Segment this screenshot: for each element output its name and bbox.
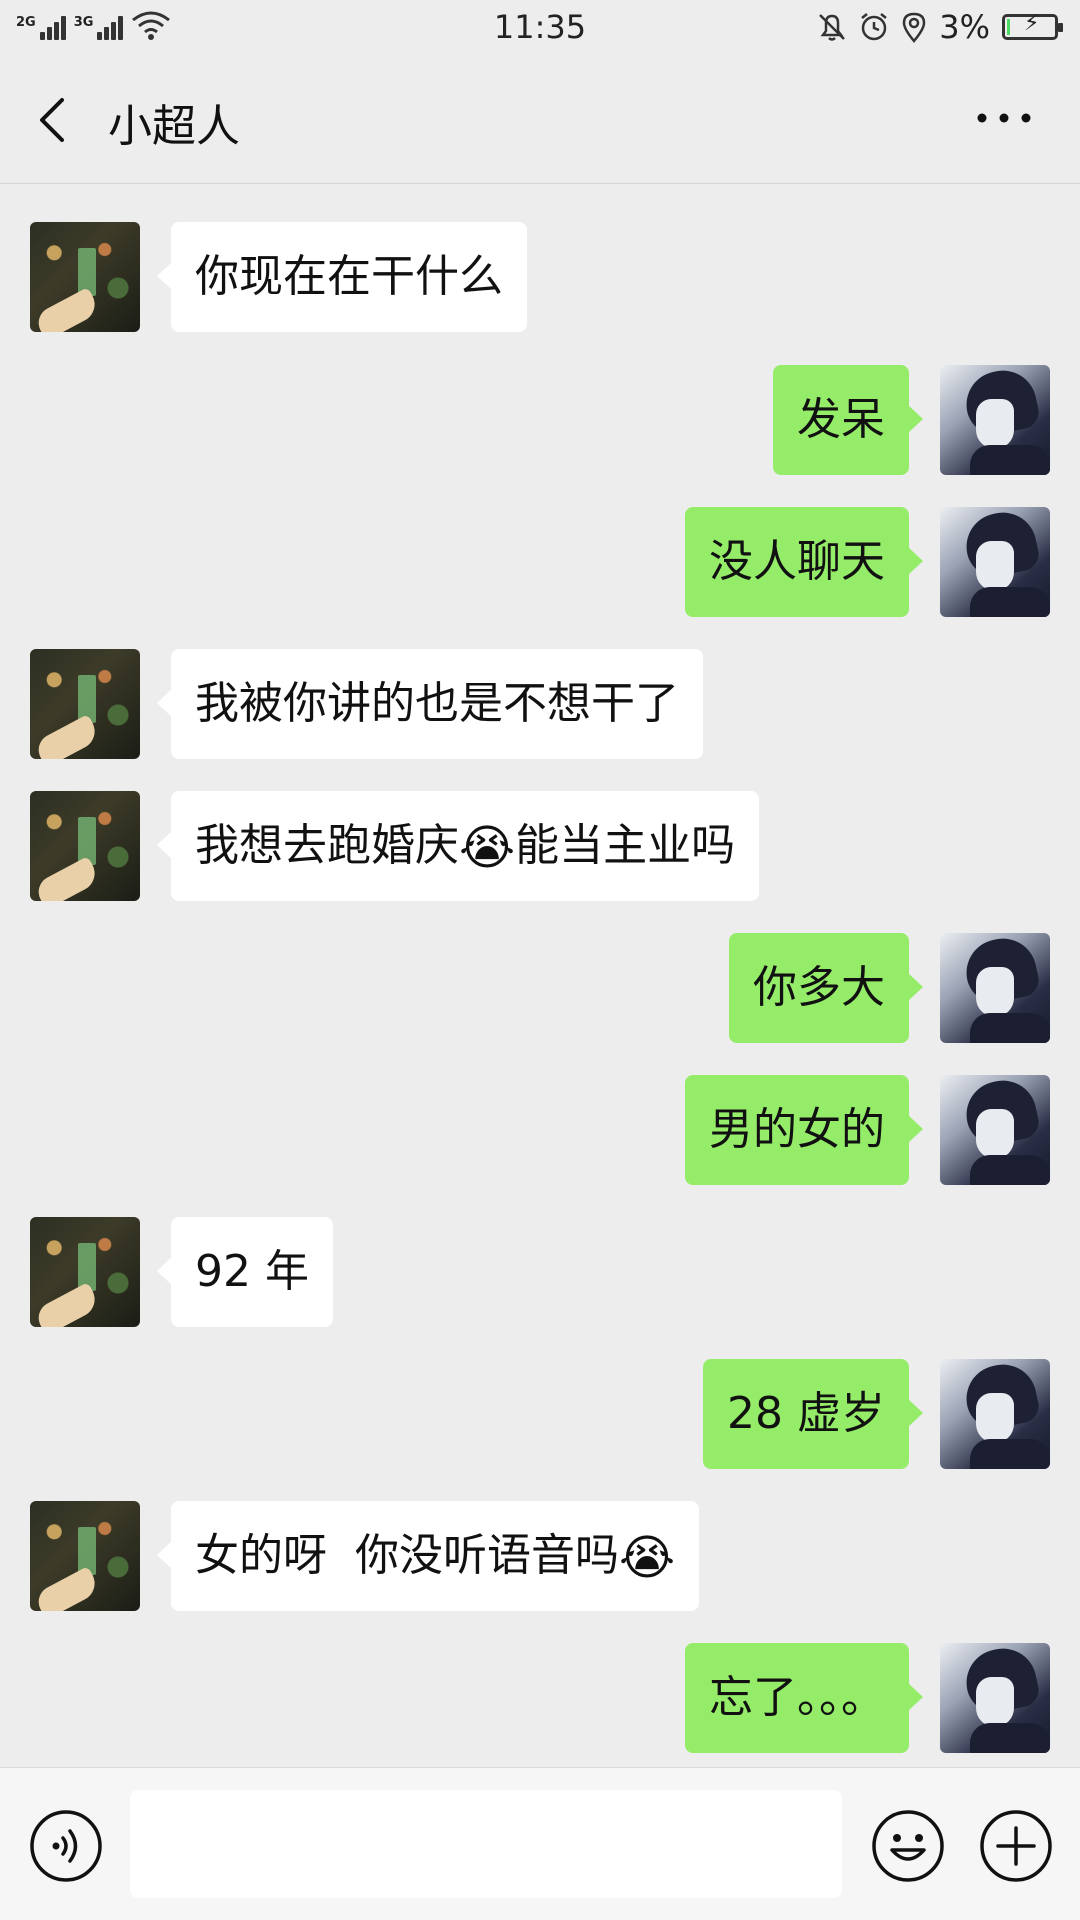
message-text: 你现在在干什么 — [195, 251, 503, 302]
my-avatar[interactable] — [940, 1643, 1050, 1753]
message-bubble[interactable]: 女的呀 你没听语音吗😭 — [156, 1501, 700, 1611]
message-row: 28 虚岁 — [0, 1359, 1080, 1469]
message-bubble[interactable]: 男的女的 — [685, 1075, 923, 1185]
message-bubble[interactable]: 我想去跑婚庆😭能当主业吗 — [156, 791, 760, 901]
message-bubble[interactable]: 我被你讲的也是不想干了 — [157, 649, 703, 759]
message-bubble[interactable]: 你多大 — [729, 933, 923, 1043]
charging-icon: ⚡ — [1024, 11, 1040, 36]
plus-icon[interactable] — [978, 1808, 1054, 1884]
message-text: 发呆 — [797, 394, 885, 445]
message-row: 发呆 — [0, 365, 1080, 475]
message-bubble[interactable]: 你现在在干什么 — [157, 222, 527, 332]
message-row: 我被你讲的也是不想干了 — [0, 649, 1080, 759]
message-text: 没人聊天 — [709, 536, 885, 587]
my-avatar[interactable] — [940, 1075, 1050, 1185]
message-row: 男的女的 — [0, 1075, 1080, 1185]
message-bubble[interactable]: 92 年 — [157, 1217, 333, 1327]
message-row: 你现在在干什么 — [0, 222, 1080, 332]
message-text: 28 虚岁 — [727, 1388, 885, 1439]
chat-area[interactable]: 你现在在干什么 发呆 没人聊天 我被你讲的也是不想干了 我想去跑婚庆😭能当主业吗… — [0, 185, 1080, 1767]
crying-laughing-emoji-icon: 😭 — [459, 820, 516, 876]
nav-bar: 小超人 — [0, 56, 1080, 184]
message-text: 女的呀 你没听语音吗 — [195, 1530, 619, 1581]
location-icon — [902, 12, 926, 43]
message-text: 忘了。。。 — [709, 1672, 885, 1723]
message-bubble[interactable]: 发呆 — [773, 365, 923, 475]
voice-icon[interactable] — [28, 1808, 104, 1884]
friend-avatar[interactable] — [30, 649, 140, 759]
crying-laughing-emoji-icon: 😭 — [618, 1530, 676, 1586]
chat-title: 小超人 — [108, 101, 240, 152]
message-text: 我想去跑婚庆 — [195, 820, 459, 871]
alarm-icon — [861, 13, 888, 41]
message-row: 我想去跑婚庆😭能当主业吗 — [0, 791, 1080, 901]
friend-avatar[interactable] — [30, 1501, 140, 1611]
message-text-after: 能当主业吗 — [515, 820, 736, 871]
my-avatar[interactable] — [940, 1359, 1050, 1469]
status-bar: 2G 3G 11:35 3% ⚡ — [0, 0, 1080, 56]
message-text: 你多大 — [753, 962, 885, 1013]
my-avatar[interactable] — [940, 365, 1050, 475]
my-avatar[interactable] — [940, 507, 1050, 617]
message-row: 你多大 — [0, 933, 1080, 1043]
more-dots-icon[interactable] — [974, 108, 1034, 128]
message-row: 女的呀 你没听语音吗😭 — [0, 1501, 1080, 1611]
message-bubble[interactable]: 没人聊天 — [685, 507, 923, 617]
message-row: 没人聊天 — [0, 507, 1080, 617]
message-row: 忘了。。。 — [0, 1643, 1080, 1753]
battery-fill — [1007, 19, 1010, 35]
bell-mute-icon — [819, 14, 846, 41]
my-avatar[interactable] — [940, 933, 1050, 1043]
status-right: 3% ⚡ — [817, 8, 1063, 46]
input-bar — [0, 1767, 1080, 1920]
message-row: 92 年 — [0, 1217, 1080, 1327]
message-text: 男的女的 — [709, 1104, 885, 1155]
emoji-icon[interactable] — [870, 1808, 946, 1884]
message-text: 我被你讲的也是不想干了 — [195, 678, 679, 729]
battery-icon: ⚡ — [1002, 11, 1063, 40]
friend-avatar[interactable] — [30, 1217, 140, 1327]
chevron-left-icon[interactable] — [30, 94, 78, 146]
friend-avatar[interactable] — [30, 222, 140, 332]
friend-avatar[interactable] — [30, 791, 140, 901]
message-bubble[interactable]: 28 虚岁 — [703, 1359, 923, 1469]
message-input[interactable] — [130, 1790, 842, 1898]
battery-percent: 3% — [939, 8, 990, 46]
message-text: 92 年 — [195, 1246, 309, 1297]
message-bubble[interactable]: 忘了。。。 — [685, 1643, 923, 1753]
